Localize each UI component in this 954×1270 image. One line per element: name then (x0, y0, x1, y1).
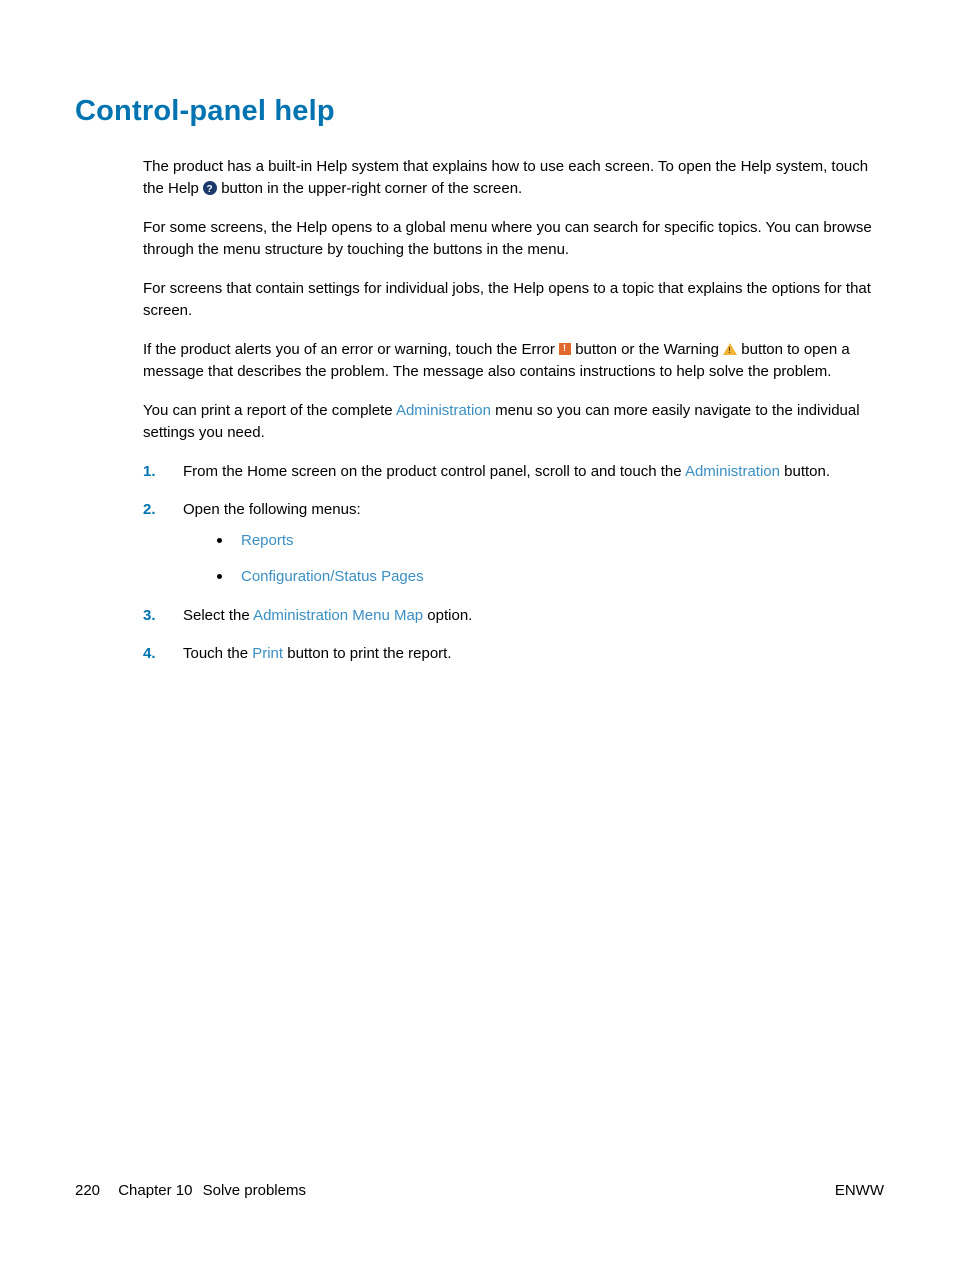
step-1: 1. From the Home screen on the product c… (143, 461, 880, 484)
step-number: 3. (143, 605, 156, 628)
paragraph-4: If the product alerts you of an error or… (143, 339, 880, 384)
help-icon (203, 181, 217, 195)
submenu-item-reports: Reports (213, 530, 880, 553)
step-number: 1. (143, 461, 156, 484)
page-number: 220 (75, 1182, 100, 1199)
page-title: Control-panel help (75, 90, 884, 134)
administration-menu-label: Administration (396, 402, 491, 419)
page-footer: 220 Chapter 10 Solve problems ENWW (75, 1180, 884, 1203)
admin-menu-map-label: Administration Menu Map (253, 607, 423, 624)
chapter-label: Chapter 10 (118, 1182, 192, 1199)
step-4: 4. Touch the Print button to print the r… (143, 643, 880, 666)
steps-list: 1. From the Home screen on the product c… (143, 461, 880, 666)
reports-menu-label: Reports (241, 532, 294, 549)
text: button or the Warning (575, 341, 723, 358)
step-3: 3. Select the Administration Menu Map op… (143, 605, 880, 628)
step-number: 2. (143, 499, 156, 522)
print-button-label: Print (252, 645, 283, 662)
paragraph-2: For some screens, the Help opens to a gl… (143, 217, 880, 262)
body-content: The product has a built-in Help system t… (143, 156, 880, 666)
submenu-list: Reports Configuration/Status Pages (213, 530, 880, 589)
config-status-pages-label: Configuration/Status Pages (241, 568, 424, 585)
document-page: Control-panel help The product has a bui… (0, 0, 954, 1270)
text: button to print the report. (283, 645, 451, 662)
text: option. (423, 607, 472, 624)
submenu-item-config: Configuration/Status Pages (213, 566, 880, 589)
footer-left: 220 Chapter 10 Solve problems (75, 1180, 306, 1203)
text: button. (780, 463, 830, 480)
step-number: 4. (143, 643, 156, 666)
text: button in the upper-right corner of the … (221, 180, 522, 197)
paragraph-1: The product has a built-in Help system t… (143, 156, 880, 201)
text: From the Home screen on the product cont… (183, 463, 685, 480)
section-label: Solve problems (203, 1182, 306, 1199)
footer-right: ENWW (835, 1180, 884, 1203)
paragraph-5: You can print a report of the complete A… (143, 400, 880, 445)
warning-icon (723, 343, 737, 355)
paragraph-3: For screens that contain settings for in… (143, 278, 880, 323)
text: Select the (183, 607, 253, 624)
text: Touch the (183, 645, 252, 662)
administration-button-label: Administration (685, 463, 780, 480)
step-2: 2. Open the following menus: Reports Con… (143, 499, 880, 589)
text: You can print a report of the complete (143, 402, 396, 419)
text: If the product alerts you of an error or… (143, 341, 559, 358)
error-icon (559, 343, 571, 355)
text: Open the following menus: (183, 501, 361, 518)
